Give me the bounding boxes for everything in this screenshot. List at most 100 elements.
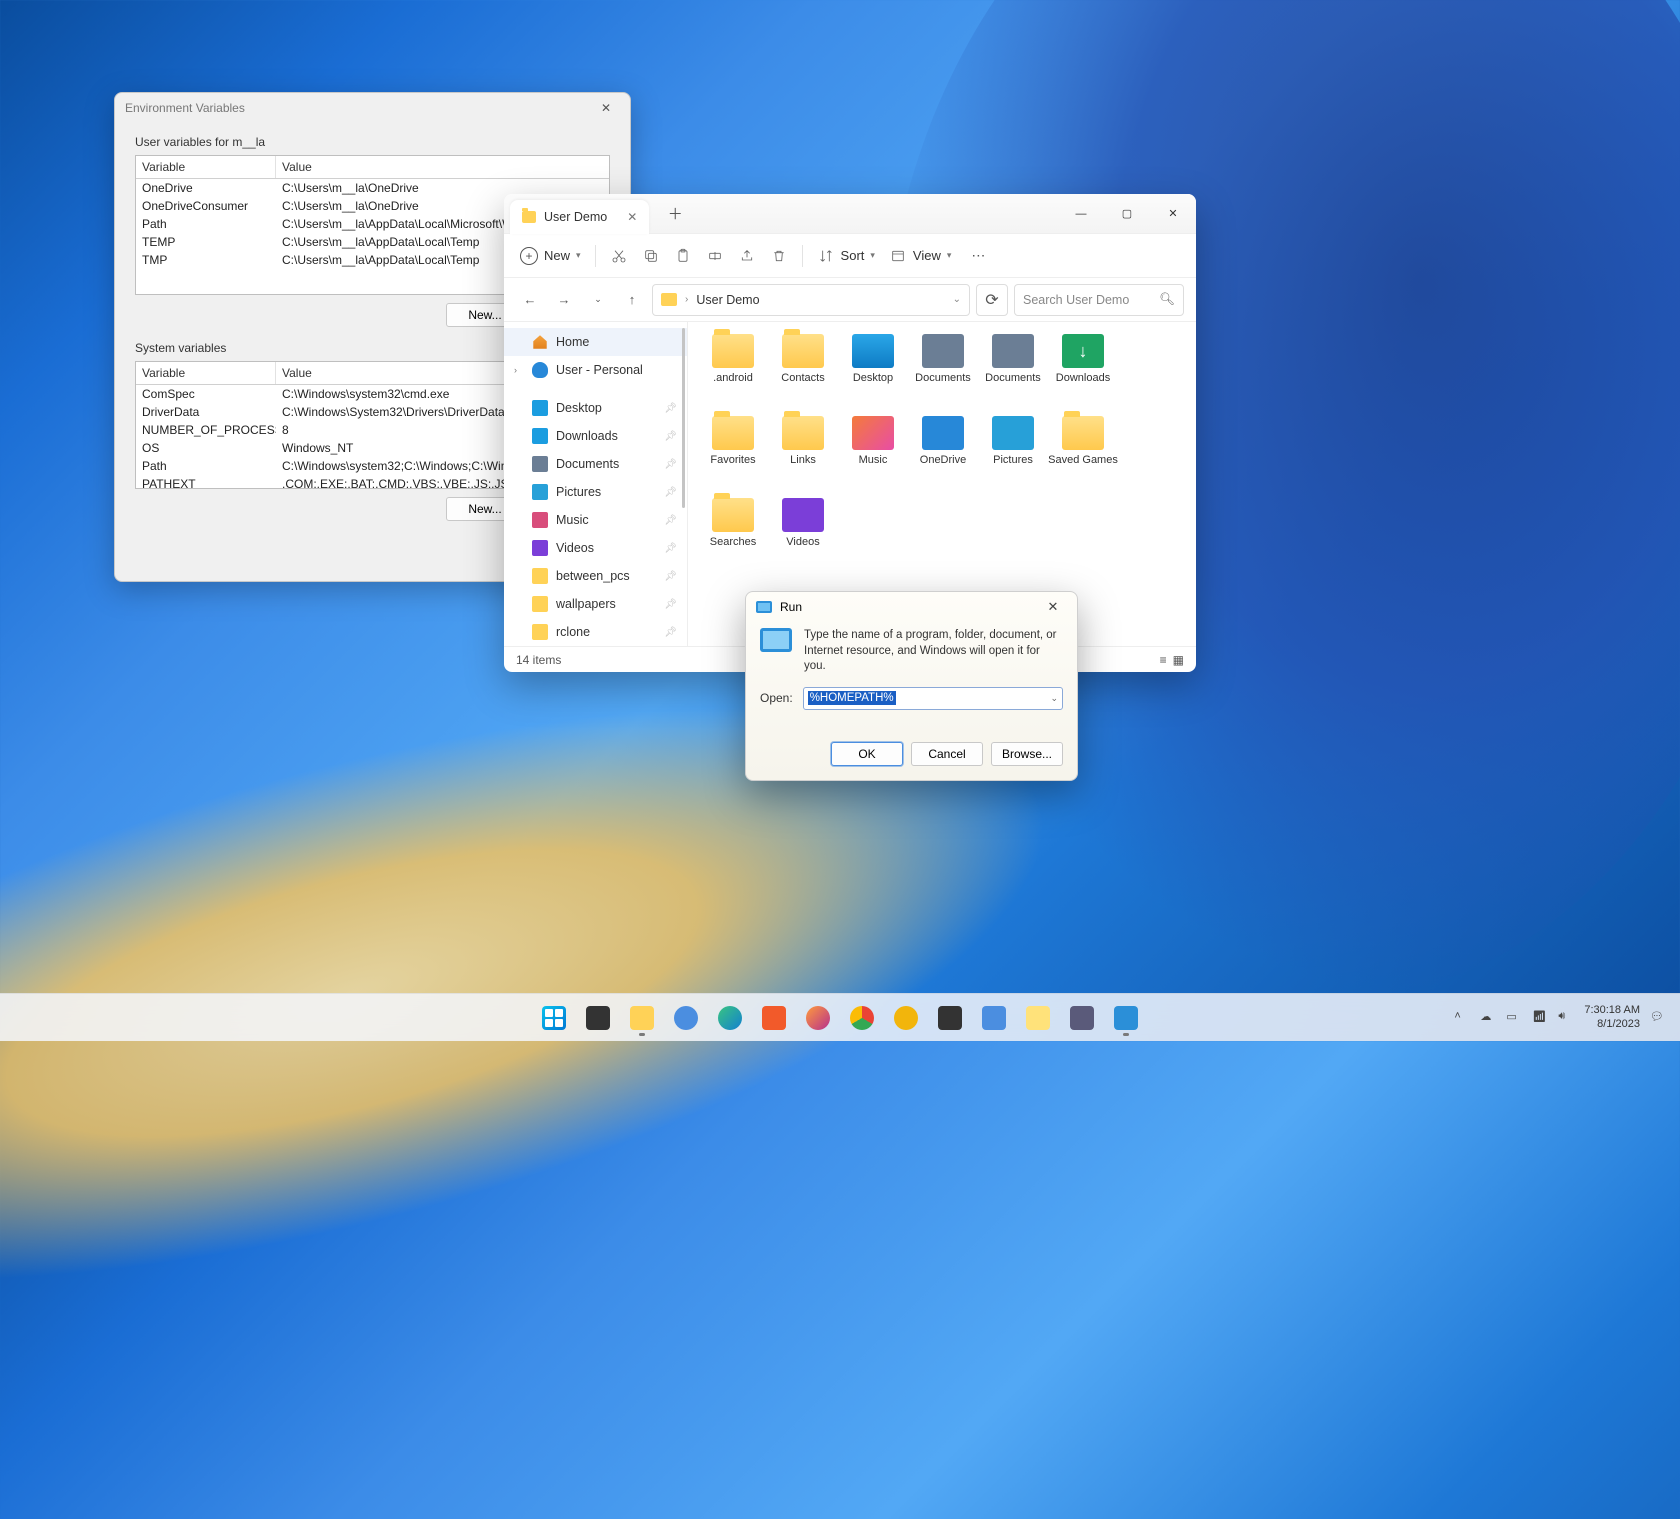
start-button[interactable] (534, 998, 574, 1038)
col-value[interactable]: Value (276, 156, 609, 178)
sidebar-item[interactable]: wallpapers📌︎ (504, 590, 687, 618)
rename-icon[interactable] (706, 247, 724, 265)
file-label: Videos (786, 536, 819, 549)
run-browse-button[interactable]: Browse... (991, 742, 1063, 766)
sidebar-item[interactable]: rclone📌︎ (504, 618, 687, 646)
search-box[interactable]: Search User Demo 🔍︎ (1014, 284, 1184, 316)
run-description: Type the name of a program, folder, docu… (804, 628, 1063, 675)
cut-icon[interactable] (610, 247, 628, 265)
close-icon[interactable]: ✕ (592, 96, 620, 120)
wifi-tray-icon[interactable]: 📶︎ (1532, 1010, 1548, 1026)
plus-icon: + (520, 247, 538, 265)
settings-taskbar-icon[interactable] (666, 998, 706, 1038)
file-item[interactable]: Pictures (978, 416, 1048, 494)
view-button[interactable]: View▾ (889, 247, 951, 265)
file-label: Pictures (993, 454, 1033, 467)
todo-taskbar-icon[interactable] (974, 998, 1014, 1038)
system-tray: ˄ ☁ ▭ 📶︎ 🔊︎ 7:30:18 AM 8/1/2023 💬︎ (1454, 1004, 1680, 1030)
explorer-toolbar: + New ▾ Sort▾ View▾ ⋯ (504, 234, 1196, 278)
folder-icon (712, 416, 754, 450)
minimize-button[interactable]: — (1058, 194, 1104, 234)
file-label: Documents (985, 372, 1041, 385)
notes-taskbar-icon[interactable] (1018, 998, 1058, 1038)
file-item[interactable]: Documents (978, 334, 1048, 412)
volume-tray-icon[interactable]: 🔊︎ (1558, 1010, 1574, 1026)
sidebar-item[interactable]: Videos📌︎ (504, 534, 687, 562)
file-item[interactable]: Contacts (768, 334, 838, 412)
screenshot-taskbar-icon[interactable] (1062, 998, 1102, 1038)
copy-icon[interactable] (642, 247, 660, 265)
file-item[interactable]: Documents (908, 334, 978, 412)
onedrive-tray-icon[interactable]: ☁ (1480, 1010, 1496, 1026)
more-icon[interactable]: ⋯ (969, 247, 987, 265)
close-icon[interactable]: ✕ (1039, 596, 1067, 618)
explorer-taskbar-icon[interactable] (622, 998, 662, 1038)
refresh-button[interactable]: ⟳ (976, 284, 1008, 316)
file-label: Saved Games (1048, 454, 1118, 467)
file-item[interactable]: Favorites (698, 416, 768, 494)
file-item[interactable]: .android (698, 334, 768, 412)
language-tray-icon[interactable]: ▭ (1506, 1010, 1522, 1026)
file-label: Music (859, 454, 888, 467)
sidebar-item[interactable]: Music📌︎ (504, 506, 687, 534)
forward-button[interactable]: → (550, 286, 578, 314)
run-cancel-button[interactable]: Cancel (911, 742, 983, 766)
file-item[interactable]: Links (768, 416, 838, 494)
share-icon[interactable] (738, 247, 756, 265)
col-variable[interactable]: Variable (136, 362, 276, 384)
sort-icon (817, 247, 835, 265)
close-button[interactable]: ✕ (1150, 194, 1196, 234)
new-button[interactable]: + New ▾ (520, 247, 581, 265)
chevron-down-icon[interactable]: ⌄ (1050, 693, 1058, 704)
file-item[interactable]: OneDrive (908, 416, 978, 494)
close-tab-icon[interactable]: ✕ (627, 210, 637, 224)
notifications-tray-icon[interactable]: 💬︎ (1650, 1010, 1666, 1026)
chrome-taskbar-icon[interactable] (842, 998, 882, 1038)
file-item[interactable]: Saved Games (1048, 416, 1118, 494)
sidebar-item[interactable]: Pictures📌︎ (504, 478, 687, 506)
sidebar-item[interactable]: Documents📌︎ (504, 450, 687, 478)
canary-taskbar-icon[interactable] (886, 998, 926, 1038)
pin-icon: 📌︎ (664, 627, 677, 638)
address-bar[interactable]: › User Demo ⌄ (652, 284, 970, 316)
maximize-button[interactable]: ▢ (1104, 194, 1150, 234)
open-input[interactable]: %HOMEPATH% ⌄ (803, 687, 1063, 710)
recent-button[interactable]: ⌄ (584, 286, 612, 314)
details-view-icon[interactable]: ≡ (1160, 653, 1167, 667)
firefox-taskbar-icon[interactable] (798, 998, 838, 1038)
paste-icon[interactable] (674, 247, 692, 265)
task-view-button[interactable] (578, 998, 618, 1038)
folder-icon (712, 498, 754, 532)
terminal-taskbar-icon[interactable] (930, 998, 970, 1038)
file-item[interactable]: Searches (698, 498, 768, 576)
sidebar-item[interactable]: Downloads📌︎ (504, 422, 687, 450)
file-item[interactable]: Videos (768, 498, 838, 576)
pin-icon: 📌︎ (664, 403, 677, 414)
edge-taskbar-icon[interactable] (710, 998, 750, 1038)
chevron-down-icon[interactable]: ⌄ (953, 294, 961, 305)
sidebar-item[interactable]: between_pcs📌︎ (504, 562, 687, 590)
tray-chevron-icon[interactable]: ˄ (1454, 1010, 1470, 1026)
delete-icon[interactable] (770, 247, 788, 265)
breadcrumb[interactable]: User Demo (696, 293, 759, 307)
back-button[interactable]: ← (516, 286, 544, 314)
app-taskbar-icon[interactable] (1106, 998, 1146, 1038)
file-item[interactable]: ↓Downloads (1048, 334, 1118, 412)
sidebar-item[interactable]: Desktop📌︎ (504, 394, 687, 422)
sort-button[interactable]: Sort▾ (817, 247, 875, 265)
file-item[interactable]: Music (838, 416, 908, 494)
chevron-right-icon[interactable]: › (514, 365, 517, 375)
explorer-tab[interactable]: User Demo ✕ (510, 200, 649, 234)
file-item[interactable]: Desktop (838, 334, 908, 412)
fold-icon (532, 568, 548, 584)
col-variable[interactable]: Variable (136, 156, 276, 178)
up-button[interactable]: ↑ (618, 286, 646, 314)
clock[interactable]: 7:30:18 AM 8/1/2023 (1584, 1004, 1640, 1030)
sidebar-item-home[interactable]: Home (504, 328, 687, 356)
brave-taskbar-icon[interactable] (754, 998, 794, 1038)
thumbnails-view-icon[interactable]: ▦ (1173, 653, 1184, 667)
run-ok-button[interactable]: OK (831, 742, 903, 766)
sidebar-item-user[interactable]: ›User - Personal (504, 356, 687, 384)
pic-icon (532, 484, 548, 500)
new-tab-button[interactable]: ＋ (661, 200, 689, 228)
